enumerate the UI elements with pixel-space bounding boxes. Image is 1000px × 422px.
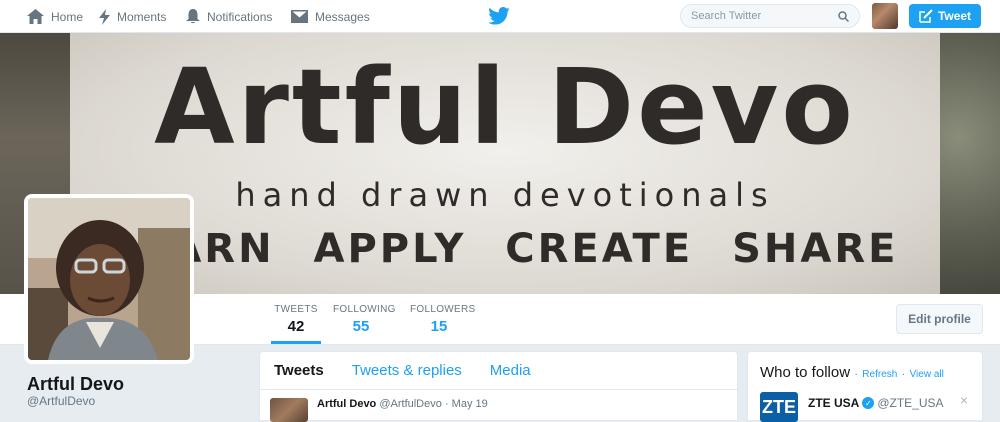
- suggestion-avatar[interactable]: ZTE: [760, 392, 798, 422]
- suggestion-name-row[interactable]: ZTE USA ✓ @ZTE_USA: [808, 396, 944, 410]
- tweet-button-label: Tweet: [937, 9, 972, 23]
- tab-media[interactable]: Media: [476, 362, 545, 379]
- profile-name[interactable]: Artful Devo: [27, 374, 124, 395]
- edit-profile-button[interactable]: Edit profile: [896, 304, 983, 334]
- tweet-author-handle: @ArtfulDevo: [379, 398, 442, 410]
- nav-moments[interactable]: Moments: [99, 0, 166, 33]
- tweets-tabs: Tweets Tweets & replies Media: [260, 352, 737, 390]
- tweet-header: Artful Devo @ArtfulDevo · May 19: [317, 398, 488, 410]
- compose-icon: [919, 9, 933, 23]
- separator: ·: [854, 369, 858, 380]
- stat-followers-value: 15: [430, 318, 448, 335]
- tweet-avatar[interactable]: [270, 398, 308, 422]
- nav-notifications-label: Notifications: [207, 9, 273, 24]
- profile-handle: @ArtfulDevo: [27, 394, 96, 408]
- nav-messages-label: Messages: [315, 9, 370, 24]
- tab-tweets-replies[interactable]: Tweets & replies: [338, 362, 476, 379]
- account-avatar[interactable]: [872, 3, 898, 29]
- tweet-author-name[interactable]: Artful Devo: [317, 398, 376, 410]
- stat-tweets-value: 42: [287, 318, 305, 335]
- envelope-icon: [291, 10, 308, 23]
- banner-paper: Artful Devo hand drawn devotionals LEARN…: [70, 33, 940, 294]
- who-to-follow-header: Who to follow · Refresh · View all: [760, 364, 944, 382]
- banner-title: Artful Devo: [154, 46, 856, 168]
- view-all-link[interactable]: View all: [910, 369, 944, 380]
- nav-moments-label: Moments: [117, 9, 167, 24]
- stat-followers[interactable]: FOLLOWERS 15: [410, 304, 476, 335]
- stat-following-label: FOLLOWING: [333, 304, 396, 315]
- banner-tags: LEARN APPLY CREATE SHARE: [111, 226, 899, 272]
- lightning-icon: [99, 8, 110, 25]
- nav-home[interactable]: Home: [27, 0, 83, 33]
- dismiss-suggestion-icon[interactable]: ×: [960, 392, 968, 408]
- suggestion-handle: @ZTE_USA: [877, 396, 944, 410]
- profile-avatar[interactable]: [24, 194, 194, 364]
- profile-photo: [28, 198, 190, 360]
- tab-tweets[interactable]: Tweets: [260, 362, 338, 379]
- verified-icon: ✓: [862, 397, 875, 409]
- separator: ·: [901, 369, 906, 380]
- who-to-follow-title: Who to follow: [760, 364, 851, 381]
- stat-following-value: 55: [352, 318, 370, 335]
- refresh-link[interactable]: Refresh: [862, 369, 897, 380]
- top-nav: Home Moments Notifications Messages Twee…: [0, 0, 1000, 33]
- who-to-follow: Who to follow · Refresh · View all ZTE Z…: [747, 351, 983, 422]
- nav-notifications[interactable]: Notifications: [186, 0, 272, 33]
- tweet-date[interactable]: · May 19: [445, 398, 488, 410]
- search-icon[interactable]: [838, 10, 849, 22]
- nav-messages[interactable]: Messages: [291, 0, 370, 33]
- stat-tweets-label: TWEETS: [274, 304, 318, 315]
- stat-tweets[interactable]: TWEETS 42: [271, 304, 321, 344]
- nav-home-label: Home: [51, 9, 84, 24]
- tweet-button[interactable]: Tweet: [909, 4, 981, 28]
- home-icon: [27, 9, 44, 24]
- stat-following[interactable]: FOLLOWING 55: [333, 304, 396, 335]
- suggestion-name[interactable]: ZTE USA: [808, 396, 859, 410]
- banner-frame-right: [940, 33, 1000, 294]
- twitter-bird-icon[interactable]: [488, 7, 510, 25]
- stat-followers-label: FOLLOWERS: [410, 304, 476, 315]
- search-box[interactable]: [680, 4, 860, 28]
- tweets-panel: Tweets Tweets & replies Media Artful Dev…: [259, 351, 738, 422]
- banner-subtitle: hand drawn devotionals: [235, 176, 775, 214]
- search-input[interactable]: [691, 10, 838, 22]
- bell-icon: [186, 9, 200, 24]
